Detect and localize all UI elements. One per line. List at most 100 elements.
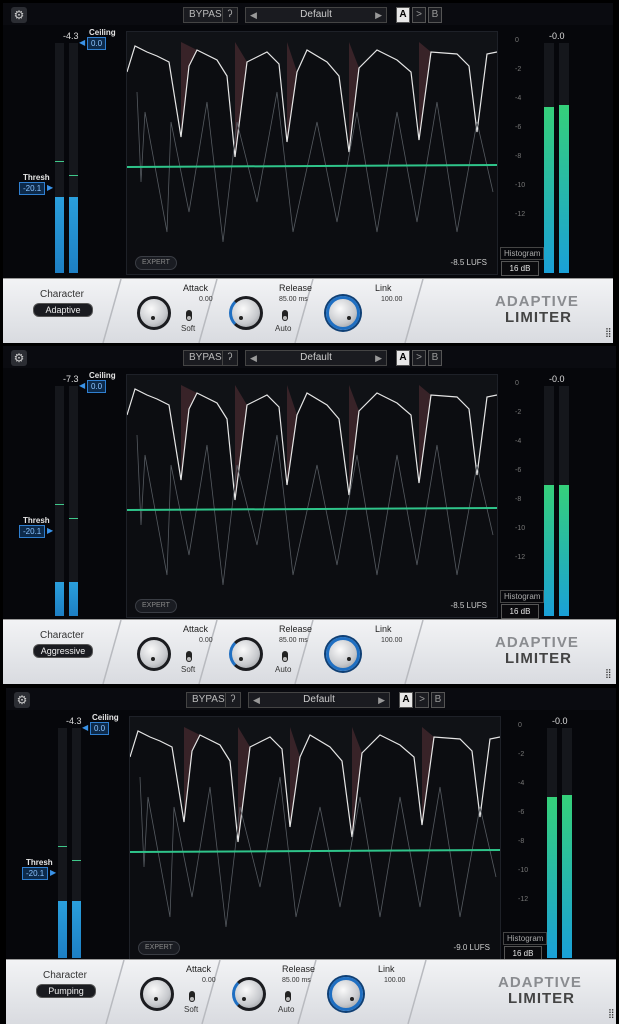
preset-selector[interactable]: ◀ Default ▶ — [245, 350, 387, 366]
auto-toggle-label: Auto — [278, 1005, 295, 1014]
release-knob[interactable] — [232, 977, 266, 1011]
character-selector[interactable]: Adaptive — [33, 303, 93, 317]
ceiling-value[interactable]: 0.0 — [87, 380, 107, 393]
link-knob[interactable] — [329, 977, 363, 1011]
triangle-right-icon[interactable]: ▶ — [375, 351, 382, 365]
link-label: Link — [375, 624, 392, 634]
lufs-readout: -9.0 LUFS — [453, 943, 490, 952]
ab-copy-button[interactable]: > — [415, 692, 429, 708]
ab-a-button[interactable]: A — [396, 350, 410, 366]
range-selector[interactable]: 16 dB — [501, 261, 539, 276]
histogram-button[interactable]: Histogram — [503, 932, 548, 945]
input-meter-fill — [58, 900, 67, 958]
ear-icon[interactable]: ʔ — [222, 7, 238, 23]
ab-b-button[interactable]: B — [428, 7, 442, 23]
db-scale-tick: -10 — [518, 867, 529, 874]
link-value: 100.00 — [381, 296, 403, 303]
soft-toggle[interactable] — [186, 651, 192, 662]
gear-icon[interactable]: ⚙ — [14, 692, 30, 708]
ab-b-button[interactable]: B — [431, 692, 445, 708]
attack-knob[interactable] — [137, 296, 171, 330]
threshold-arrow-icon[interactable]: ▶ — [50, 868, 56, 877]
attack-knob[interactable] — [140, 977, 174, 1011]
output-meter-left — [544, 43, 554, 273]
preset-selector[interactable]: ◀ Default ▶ — [248, 692, 390, 708]
triangle-right-icon[interactable]: ▶ — [378, 693, 385, 707]
threshold-value[interactable]: -20.1 — [19, 525, 46, 538]
release-knob[interactable] — [229, 637, 263, 671]
ab-b-button[interactable]: B — [428, 350, 442, 366]
top-bar: ⚙ BYPASS ʔ ◀ Default ▶ A > B — [3, 346, 616, 368]
threshold-value[interactable]: -20.1 — [19, 182, 46, 195]
expert-button[interactable]: EXPERT — [135, 256, 177, 270]
soft-toggle[interactable] — [189, 991, 195, 1002]
threshold-value[interactable]: -20.1 — [22, 867, 49, 880]
input-peak-marker — [72, 860, 81, 861]
triangle-right-icon[interactable]: ▶ — [375, 8, 382, 22]
input-peak-marker — [55, 161, 64, 162]
db-scale-tick: -8 — [515, 496, 522, 503]
ear-icon[interactable]: ʔ — [225, 692, 241, 708]
auto-toggle[interactable] — [282, 310, 288, 321]
ceiling-arrow-icon[interactable]: ◀ — [79, 381, 85, 390]
top-bar: ⚙ BYPASS ʔ ◀ Default ▶ A > B — [3, 3, 613, 25]
resize-grip-icon[interactable]: ⣿ — [605, 327, 612, 338]
resize-grip-icon[interactable]: ⣿ — [605, 668, 612, 679]
gear-icon[interactable]: ⚙ — [11, 350, 27, 366]
release-value: 85.00 ms — [282, 977, 311, 984]
ceiling-arrow-icon[interactable]: ◀ — [79, 38, 85, 47]
gear-icon[interactable]: ⚙ — [11, 7, 27, 23]
db-scale-tick: -2 — [515, 66, 522, 73]
preset-selector[interactable]: ◀ Default ▶ — [245, 7, 387, 23]
attack-knob[interactable] — [137, 637, 171, 671]
triangle-left-icon[interactable]: ◀ — [250, 8, 257, 22]
db-scale-tick: -8 — [515, 153, 522, 160]
triangle-left-icon[interactable]: ◀ — [253, 693, 260, 707]
db-scale-tick: 0 — [515, 37, 519, 44]
ab-copy-button[interactable]: > — [412, 350, 426, 366]
histogram-button[interactable]: Histogram — [500, 590, 545, 603]
expert-button[interactable]: EXPERT — [135, 599, 177, 613]
ceiling-value[interactable]: 0.0 — [90, 722, 110, 735]
brand-title: ADAPTIVE — [495, 293, 579, 310]
threshold-arrow-icon[interactable]: ▶ — [47, 183, 53, 192]
preset-name: Default — [300, 9, 332, 20]
input-meter-right — [72, 728, 81, 958]
ear-icon[interactable]: ʔ — [222, 350, 238, 366]
soft-toggle[interactable] — [186, 310, 192, 321]
db-scale-tick: -4 — [518, 780, 525, 787]
input-meter-fill — [55, 197, 64, 273]
character-selector[interactable]: Aggressive — [33, 644, 93, 658]
histogram-button[interactable]: Histogram — [500, 247, 545, 260]
ab-copy-button[interactable]: > — [412, 7, 426, 23]
ceiling-arrow-icon[interactable]: ◀ — [82, 723, 88, 732]
input-peak-marker — [58, 846, 67, 847]
db-scale-tick: 0 — [515, 380, 519, 387]
ceiling-label: Ceiling — [92, 713, 119, 722]
threshold-arrow-icon[interactable]: ▶ — [47, 526, 53, 535]
waveform-display — [130, 727, 500, 959]
character-selector[interactable]: Pumping — [36, 984, 96, 998]
top-bar: ⚙ BYPASS ʔ ◀ Default ▶ A > B — [6, 688, 616, 710]
ab-a-button[interactable]: A — [396, 7, 410, 23]
link-knob[interactable] — [326, 296, 360, 330]
auto-toggle[interactable] — [285, 991, 291, 1002]
triangle-left-icon[interactable]: ◀ — [250, 351, 257, 365]
input-meter-fill — [69, 197, 78, 273]
release-knob[interactable] — [229, 296, 263, 330]
expert-button[interactable]: EXPERT — [138, 941, 180, 955]
db-scale-tick: -8 — [518, 838, 525, 845]
resize-grip-icon[interactable]: ⣿ — [608, 1008, 615, 1019]
ab-a-button[interactable]: A — [399, 692, 413, 708]
link-knob[interactable] — [326, 637, 360, 671]
input-peak-marker — [69, 175, 78, 176]
attack-label: Attack — [183, 283, 209, 293]
output-meter-right — [562, 728, 572, 958]
ceiling-value[interactable]: 0.0 — [87, 37, 107, 50]
controls-strip: Character Pumping Attack 0.00 Soft Relea… — [6, 959, 616, 1024]
release-value: 85.00 ms — [279, 296, 308, 303]
auto-toggle[interactable] — [282, 651, 288, 662]
range-selector[interactable]: 16 dB — [501, 604, 539, 619]
output-meter-fill — [544, 484, 554, 616]
release-label: Release — [279, 624, 313, 634]
